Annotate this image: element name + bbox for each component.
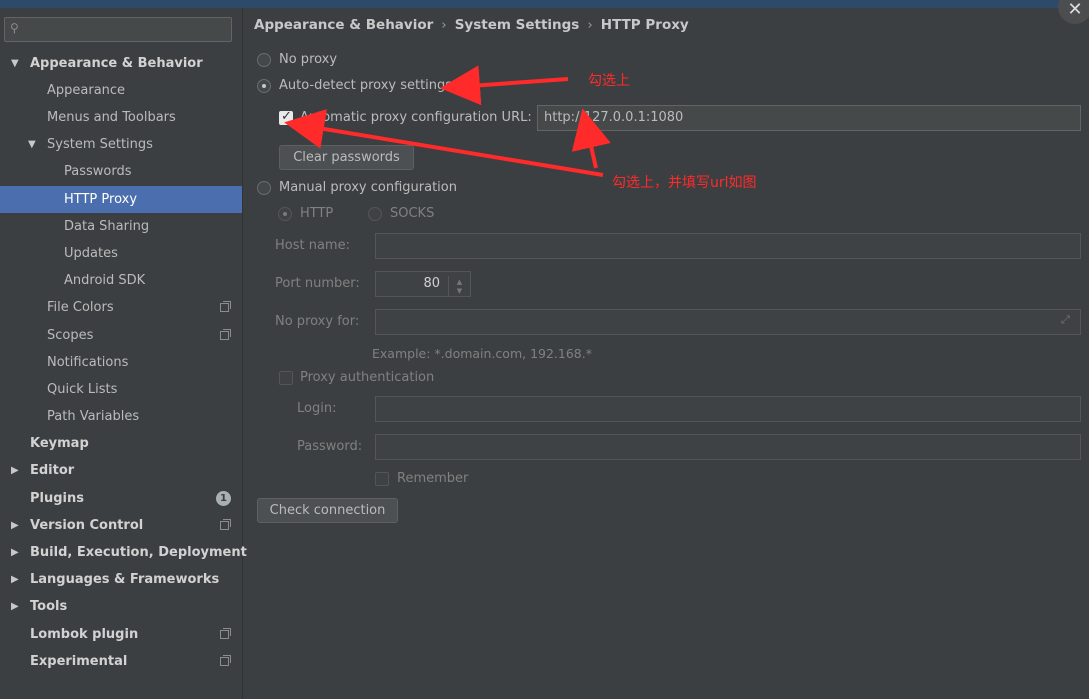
annotation-note: 勾选上，并填写url如图	[612, 175, 757, 191]
annotation-arrow	[284, 109, 604, 177]
annotation-arrows	[284, 65, 611, 177]
annotation-arrow	[440, 65, 569, 106]
annotation-note: 勾选上	[588, 73, 630, 89]
annotation-arrow	[571, 108, 611, 169]
